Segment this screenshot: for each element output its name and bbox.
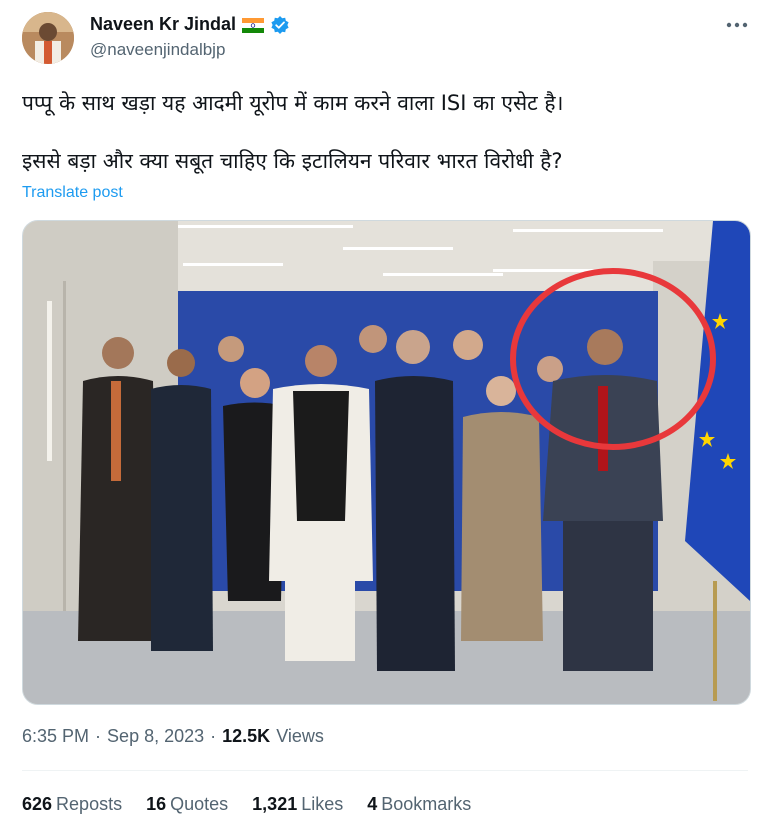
- more-options-button[interactable]: [722, 10, 752, 40]
- translate-post-link[interactable]: Translate post: [22, 184, 123, 202]
- india-flag-icon: [242, 17, 265, 33]
- verified-badge-icon: [270, 15, 290, 35]
- quotes-count: 16: [146, 794, 167, 814]
- likes-label: Likes: [301, 794, 344, 814]
- views-label: Views: [276, 726, 324, 746]
- reposts-label: Reposts: [56, 794, 123, 814]
- bookmarks-stat[interactable]: 4 Bookmarks: [367, 794, 471, 815]
- quotes-label: Quotes: [170, 794, 229, 814]
- author-name[interactable]: Naveen Kr Jindal: [90, 14, 236, 35]
- meta-separator: ·: [95, 726, 102, 746]
- tweet-line-2: इससे बड़ा और क्या सबूत चाहिए कि इटालियन …: [22, 149, 563, 173]
- avatar-image: [22, 12, 74, 64]
- reposts-count: 626: [22, 794, 53, 814]
- tweet-text: पप्पू के साथ खड़ा यह आदमी यूरोप में काम …: [22, 88, 742, 176]
- author-handle[interactable]: @naveenjindalbjp: [90, 40, 225, 60]
- group-photo: [23, 221, 750, 704]
- likes-count: 1,321: [252, 794, 298, 814]
- post-time[interactable]: 6:35 PM: [22, 726, 89, 747]
- bookmarks-count: 4: [367, 794, 378, 814]
- post-date[interactable]: Sep 8, 2023: [107, 726, 204, 747]
- tweet-line-1: पप्पू के साथ खड़ा यह आदमी यूरोप में काम …: [22, 91, 564, 115]
- likes-stat[interactable]: 1,321 Likes: [252, 794, 343, 815]
- quotes-stat[interactable]: 16 Quotes: [146, 794, 228, 815]
- divider: [22, 770, 748, 771]
- post-meta: 6:35 PM · Sep 8, 2023 · 12.5K Views: [22, 726, 324, 747]
- author-name-row[interactable]: Naveen Kr Jindal: [90, 14, 290, 35]
- more-options-icon: [726, 22, 748, 28]
- avatar[interactable]: [22, 12, 74, 64]
- tweet-photo[interactable]: [22, 220, 751, 705]
- engagement-stats: 626 Reposts 16 Quotes 1,321 Likes 4 Bookmark…: [22, 794, 471, 815]
- reposts-stat[interactable]: 626 Reposts: [22, 794, 122, 815]
- meta-separator-2: ·: [210, 726, 217, 746]
- bookmarks-label: Bookmarks: [381, 794, 472, 814]
- views-count: 12.5K: [222, 726, 271, 746]
